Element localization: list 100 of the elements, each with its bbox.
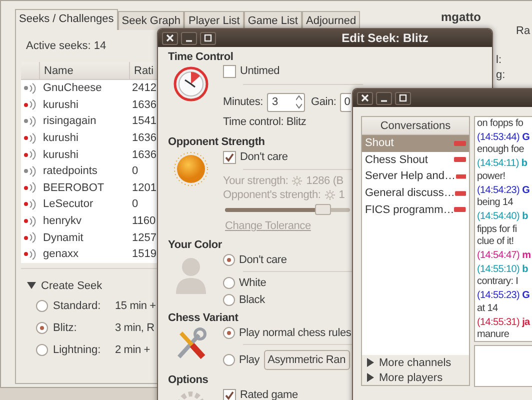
table-cell-text: ratedpoints: [42, 165, 98, 178]
remove-icon[interactable]: [456, 174, 466, 179]
radio-button[interactable]: [223, 327, 235, 339]
chat-message-header: (14:54:40) b: [477, 211, 528, 224]
window-title: Edit Seek: Blitz: [340, 31, 430, 45]
column-header: Conversations: [362, 117, 469, 135]
message-input-field[interactable]: [474, 345, 532, 387]
radio-button[interactable]: [223, 254, 235, 266]
table-cell-text: 1636: [131, 148, 158, 161]
close-icon: [166, 34, 174, 42]
expander-triangle-icon[interactable]: [27, 281, 36, 290]
remove-icon[interactable]: [454, 190, 466, 196]
section-heading: Your Color: [168, 238, 222, 252]
column-header: Ra: [516, 25, 530, 37]
tab[interactable]: Seek Graph: [118, 11, 184, 30]
minutes-spinner[interactable]: 3: [266, 92, 305, 112]
sound-waves-icon: [29, 116, 36, 127]
chat-message-text: at 14: [477, 302, 498, 316]
seek-description: 2 min +: [115, 344, 150, 356]
chat-message-text: on fopps fo: [477, 118, 524, 130]
table-cell-text: BEEROBOT: [42, 182, 106, 194]
maximize-icon: [399, 94, 407, 102]
table-cell-text: 1519: [131, 248, 158, 260]
radio-label: White: [239, 277, 266, 289]
conversation-item[interactable]: Chess Shout: [362, 152, 469, 168]
field-label: Gain:: [310, 96, 336, 108]
section-heading: Options: [168, 373, 208, 387]
radio-label: Black: [239, 294, 265, 306]
strength-value: 1286 (B: [306, 175, 344, 187]
expander-label[interactable]: Create Seek: [41, 280, 102, 292]
active-seeks-count: Active seeks: 14: [25, 40, 106, 54]
chat-message-text: enough foe: [477, 144, 524, 157]
remove-icon[interactable]: [454, 157, 466, 162]
column-header[interactable]: Name: [39, 62, 129, 79]
conversation-item[interactable]: FICS programm…: [362, 201, 469, 218]
radio-button[interactable]: [36, 322, 48, 334]
sound-waves-icon: [29, 232, 36, 244]
radio-button[interactable]: [36, 344, 48, 356]
table-cell-text: 1257: [131, 232, 158, 244]
table-cell-text: 2412: [131, 82, 158, 94]
maximize-icon: [204, 34, 212, 42]
table-cell-text: kurushi: [42, 148, 80, 161]
checkbox[interactable]: [223, 150, 236, 164]
table-cell-text: kurushi: [42, 98, 80, 111]
slider-thumb[interactable]: [314, 204, 330, 215]
checkbox-label: Untimed: [240, 65, 280, 77]
chat-message-header: (14:55:10) b: [477, 264, 528, 276]
close-icon: [361, 94, 369, 102]
table-cell-text: 0: [131, 165, 140, 178]
minimize-button[interactable]: [376, 92, 392, 104]
chat-message-text: being 14: [477, 197, 513, 210]
time-control-summary: Time control: Blitz: [223, 116, 306, 128]
gain-spinner[interactable]: 0: [340, 92, 352, 112]
radio-button[interactable]: [223, 294, 235, 306]
radio-button[interactable]: [223, 354, 235, 366]
table-cell-text: GnuCheese: [42, 82, 103, 94]
chat-message-header: (14:55:23) G: [477, 290, 530, 303]
sun-icon: [324, 190, 335, 200]
table-cell-text: Dynamit: [42, 232, 84, 244]
table-cell-text: 1160: [131, 215, 157, 228]
close-button[interactable]: [357, 92, 373, 104]
checkbox[interactable]: [223, 64, 236, 78]
chat-message-text: contrary: I: [477, 276, 518, 289]
chat-message-header: (14:54:11) b: [477, 158, 528, 171]
variant-dropdown[interactable]: Asymmetric Ran: [264, 350, 350, 370]
tab[interactable]: Seeks / Challenges: [15, 9, 118, 30]
radio-button[interactable]: [223, 277, 235, 289]
field-label: l:: [496, 54, 502, 66]
table-cell-text: genaxx: [42, 248, 80, 260]
chat-message-header: (14:55:31) ja: [477, 316, 530, 330]
seek-description: 15 min +: [115, 300, 156, 312]
chat-message-header: (14:54:47) m: [477, 250, 531, 262]
player-name: mgatto: [441, 10, 481, 24]
sound-waves-icon: [29, 182, 36, 194]
table-cell-text: henrykv: [42, 215, 83, 228]
radio-button[interactable]: [36, 300, 48, 312]
sound-waves-icon: [29, 149, 36, 160]
maximize-button[interactable]: [395, 92, 411, 104]
radio-label: Blitz:: [53, 322, 78, 334]
radio-label: Play normal chess rules: [239, 327, 352, 339]
sound-waves-icon: [29, 198, 36, 210]
field-label: Minutes:: [223, 96, 263, 108]
remove-icon[interactable]: [454, 207, 466, 212]
radio-label: Standard:: [53, 300, 102, 312]
sun-icon: [292, 176, 302, 186]
strength-label: Your strength:: [223, 175, 288, 187]
sound-waves-icon: [29, 248, 36, 260]
checkbox-label: Rated game: [240, 389, 298, 400]
maximize-button[interactable]: [200, 32, 216, 44]
close-button[interactable]: [162, 32, 178, 44]
table-cell-text: 0: [131, 198, 140, 210]
field-label: g:: [496, 69, 506, 81]
minimize-button[interactable]: [181, 32, 197, 44]
conversation-item[interactable]: General discuss…: [362, 184, 469, 202]
checkbox[interactable]: [223, 388, 236, 400]
sound-waves-icon: [29, 216, 36, 227]
chat-message-text: fipps for fi: [477, 224, 517, 236]
radio-label: Lightning:: [53, 344, 102, 356]
chat-message-text: power!: [477, 170, 506, 184]
conversation-item[interactable]: Server Help and…: [362, 168, 469, 185]
